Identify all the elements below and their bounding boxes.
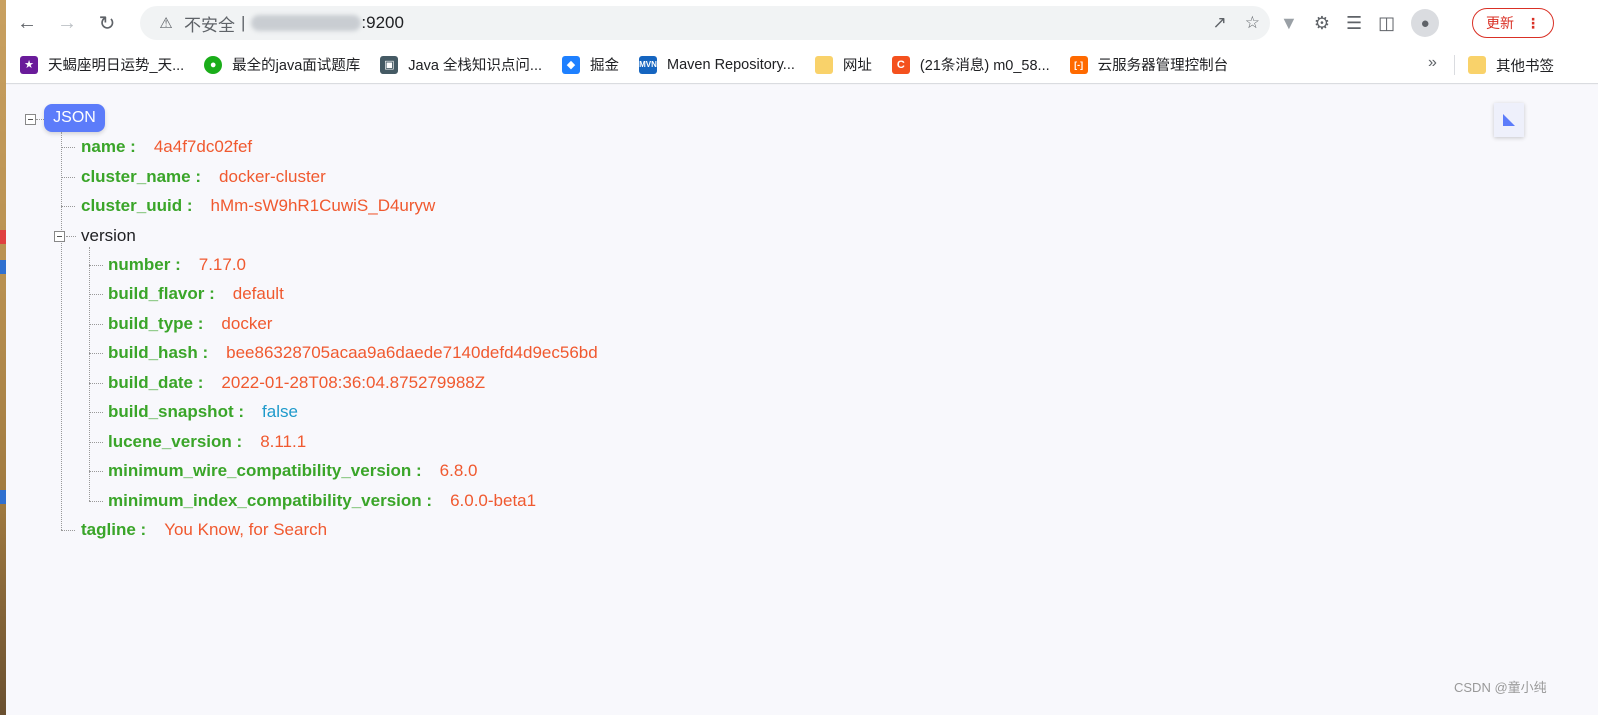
collapse-toggle-version[interactable] [54,231,65,242]
json-row-build-snapshot: build_snapshot : false [108,402,298,421]
json-row-build-type: build_type : docker [108,314,273,333]
media-queue-icon[interactable]: ☰ [1346,13,1362,34]
folder-icon [1468,56,1486,74]
json-row-cluster-name: cluster_name : docker-cluster [81,167,326,186]
bookmark-item[interactable]: MVN Maven Repository... [639,55,795,74]
json-row-version[interactable]: version [81,226,136,246]
extension-v-icon[interactable]: ▼ [1280,13,1298,34]
reload-icon: ↻ [98,12,116,35]
json-row-number: number :7.17.0 [108,255,247,274]
blurred-host [251,15,362,31]
more-vert-icon: ⋮ [1526,14,1540,31]
json-viewer: JSON name :4a4f7dc02fef cluster_name : do… [6,85,1598,715]
bookmark-item[interactable]: ▣ Java 全栈知识点问... [380,54,542,75]
wechat-icon: ● [204,55,223,74]
json-row-min-wire-compat: minimum_wire_compatibility_version :6.8.… [108,461,478,480]
person-icon: ● [1420,14,1430,32]
json-row-name: name :4a4f7dc02fef [81,137,253,156]
arrow-right-icon: → [57,11,77,34]
bookmark-label: 网址 [842,58,872,74]
back-button[interactable]: ← [8,4,46,42]
bookmark-label: 最全的java面试题库 [232,58,361,74]
view-toggle-button[interactable] [1494,103,1524,137]
profile-avatar[interactable]: ● [1411,9,1440,37]
url-port: :9200 [361,13,404,32]
json-root-badge[interactable]: JSON [44,104,105,132]
browser-toolbar: ← → ↻ ⚠ 不安全 | :9200 ↗ ☆ ▼ ⚙ ☰ ◫ ● 更新 ⋮ [6,0,1598,46]
bookmark-label: 天蝎座明日运势_天... [48,58,185,74]
bookmark-label: 云服务器管理控制台 [1097,58,1229,74]
json-row-min-index-compat: minimum_index_compatibility_version :6.0… [108,491,537,510]
side-panel-icon[interactable]: ◫ [1378,13,1395,34]
bookmarks-overflow-button[interactable]: » [1428,54,1437,72]
update-button[interactable]: 更新 ⋮ [1472,8,1554,38]
bookmark-item[interactable]: [-] 云服务器管理控制台 [1069,54,1229,75]
reload-button[interactable]: ↻ [88,4,126,42]
bookmark-label: 掘金 [590,58,620,74]
json-row-build-hash: build_hash : bee86328705acaa9a6daede7140d… [108,343,598,362]
bookmarks-bar: ★ 天蝎座明日运势_天... ● 最全的java面试题库 ▣ Java 全栈知识… [6,46,1598,84]
arrow-left-icon: ← [17,11,37,34]
bookmark-label: (21条消息) m0_58... [919,58,1050,74]
aliyun-icon: [-] [1069,55,1088,74]
folder-icon [814,55,833,74]
address-bar[interactable]: ⚠ 不安全 | :9200 ↗ ☆ [140,6,1270,40]
warning-icon: ⚠ [159,15,173,32]
bookmark-item[interactable]: ★ 天蝎座明日运势_天... [20,54,184,75]
url-separator: | [241,13,246,32]
maven-icon: MVN [639,55,658,74]
json-row-cluster-uuid: cluster_uuid : hMm-sW9hR1CuwiS_D4uryw [81,196,436,215]
bookmark-item[interactable]: ● 最全的java面试题库 [204,54,360,75]
update-label: 更新 [1486,15,1514,31]
bookmark-item[interactable]: C (21条消息) m0_58... [891,54,1050,75]
insecure-label: 不安全 [184,15,235,35]
bookmark-label: Maven Repository... [667,56,795,73]
share-icon[interactable]: ↗ [1213,13,1227,33]
horoscope-icon: ★ [20,55,38,74]
watermark: CSDN @童小纯 [1454,680,1547,695]
json-row-tagline: tagline : You Know, for Search [81,520,328,539]
book-icon: ▣ [380,55,399,74]
bookmark-label: 其他书签 [1496,58,1554,75]
collapse-toggle-root[interactable] [25,114,36,125]
bookmark-label: Java 全栈知识点问... [408,58,543,74]
corner-triangle-icon [1503,114,1515,126]
bookmark-folder[interactable]: 网址 [814,54,872,75]
csdn-icon: C [891,55,910,74]
json-row-build-flavor: build_flavor : default [108,284,284,303]
json-tree: JSON name :4a4f7dc02fef cluster_name : do… [6,85,1006,585]
other-bookmarks-folder[interactable]: 其他书签 [1468,46,1554,84]
juejin-icon: ◆ [562,55,581,74]
forward-button[interactable]: → [48,4,86,42]
bookmark-item[interactable]: ◆ 掘金 [562,54,619,75]
json-row-lucene-version: lucene_version :8.11.1 [108,432,307,451]
json-row-build-date: build_date :2022-01-28T08:36:04.87527998… [108,373,486,392]
star-icon[interactable]: ☆ [1245,13,1260,33]
puzzle-icon[interactable]: ⚙ [1314,13,1330,34]
bookmarks-divider [1454,55,1455,75]
